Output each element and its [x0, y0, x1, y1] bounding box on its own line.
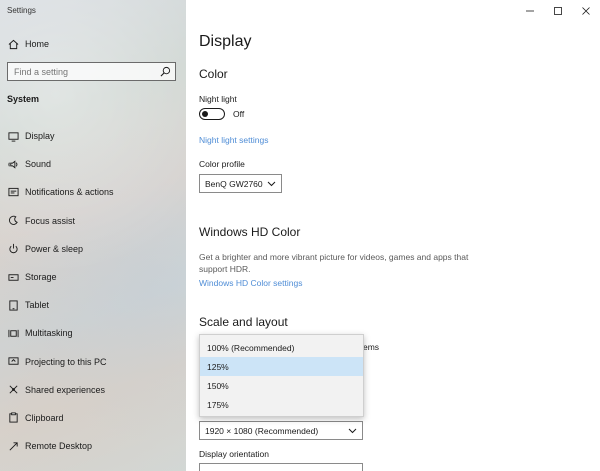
sidebar-item-home[interactable]: Home	[0, 34, 186, 54]
scale-option[interactable]: 175%	[200, 395, 363, 414]
night-light-toggle[interactable]	[199, 108, 225, 120]
home-icon	[7, 38, 19, 50]
sidebar-item-label: Home	[25, 39, 50, 49]
storage-icon	[7, 271, 19, 283]
tablet-icon	[7, 299, 19, 311]
night-light-label: Night light	[199, 94, 237, 104]
app-title: Settings	[7, 6, 36, 15]
sidebar-item-label: Sound	[25, 159, 52, 170]
search-icon[interactable]	[157, 64, 173, 80]
scale-description-fragment: ems	[363, 342, 380, 352]
hd-color-settings-link[interactable]: Windows HD Color settings	[199, 278, 302, 288]
color-profile-value: BenQ GW2760	[205, 178, 263, 189]
resolution-value: 1920 × 1080 (Recommended)	[205, 425, 319, 436]
scale-option[interactable]: 125%	[200, 357, 363, 376]
color-profile-select[interactable]: BenQ GW2760	[199, 174, 282, 193]
sidebar-item-label: Multitasking	[25, 328, 73, 339]
hd-color-description: Get a brighter and more vibrant picture …	[199, 252, 469, 274]
sidebar-item-shared-experiences[interactable]: Shared experiences	[0, 376, 186, 404]
sidebar-item-tablet[interactable]: Tablet	[0, 291, 186, 319]
page-title: Display	[199, 33, 252, 50]
display-icon	[7, 130, 19, 142]
toggle-knob	[202, 110, 208, 117]
sidebar-item-projecting[interactable]: Projecting to this PC	[0, 348, 186, 376]
resolution-select[interactable]: 1920 × 1080 (Recommended)	[199, 421, 363, 440]
sidebar-item-multitasking[interactable]: Multitasking	[0, 319, 186, 347]
sidebar-item-sound[interactable]: Sound	[0, 150, 186, 178]
sidebar-item-label: Focus assist	[25, 215, 76, 226]
power-icon	[7, 243, 19, 255]
color-profile-label: Color profile	[199, 159, 245, 169]
chevron-down-icon	[348, 428, 357, 433]
sidebar-item-clipboard[interactable]: Clipboard	[0, 404, 186, 432]
chevron-down-icon	[267, 181, 276, 186]
sidebar-item-label: Storage	[25, 272, 57, 283]
night-light-settings-link[interactable]: Night light settings	[199, 135, 268, 145]
sidebar-item-power-sleep[interactable]: Power & sleep	[0, 235, 186, 263]
sidebar-item-label: Remote Desktop	[25, 441, 93, 452]
sidebar-item-label: Shared experiences	[25, 384, 106, 395]
sidebar: Settings Home System Display Sound	[0, 0, 186, 471]
sidebar-item-label: Notifications & actions	[25, 187, 114, 198]
night-light-state: Off	[233, 109, 245, 119]
sidebar-item-storage[interactable]: Storage	[0, 263, 186, 291]
clipboard-icon	[7, 412, 19, 424]
focus-assist-icon	[7, 215, 19, 227]
sidebar-section-label: System	[7, 94, 40, 104]
remote-desktop-icon	[7, 440, 19, 452]
orientation-select[interactable]	[199, 463, 363, 471]
sidebar-item-label: Display	[25, 131, 55, 142]
color-heading: Color	[199, 67, 228, 81]
sound-icon	[7, 158, 19, 170]
scale-layout-heading: Scale and layout	[199, 315, 288, 329]
night-light-toggle-row: Off	[199, 108, 244, 120]
scale-option[interactable]: 150%	[200, 376, 363, 395]
multitasking-icon	[7, 327, 19, 339]
shared-experiences-icon	[7, 384, 19, 396]
scale-option[interactable]: 100% (Recommended)	[200, 338, 363, 357]
search-box[interactable]	[7, 62, 176, 81]
notifications-icon	[7, 186, 19, 198]
display-orientation-label: Display orientation	[199, 449, 269, 459]
sidebar-item-remote-desktop[interactable]: Remote Desktop	[0, 432, 186, 460]
scale-dropdown-list: 100% (Recommended) 125% 150% 175%	[199, 334, 364, 417]
sidebar-item-label: Tablet	[25, 300, 50, 311]
hd-color-heading: Windows HD Color	[199, 225, 301, 239]
sidebar-item-notifications[interactable]: Notifications & actions	[0, 178, 186, 206]
sidebar-item-display[interactable]: Display	[0, 122, 186, 150]
sidebar-item-label: Clipboard	[25, 412, 64, 423]
projecting-icon	[7, 356, 19, 368]
sidebar-item-focus-assist[interactable]: Focus assist	[0, 207, 186, 235]
search-input[interactable]	[14, 66, 144, 77]
sidebar-item-label: Power & sleep	[25, 243, 84, 254]
sidebar-item-label: Projecting to this PC	[25, 356, 107, 367]
sidebar-nav: Display Sound Notifications & actions Fo…	[0, 122, 186, 460]
